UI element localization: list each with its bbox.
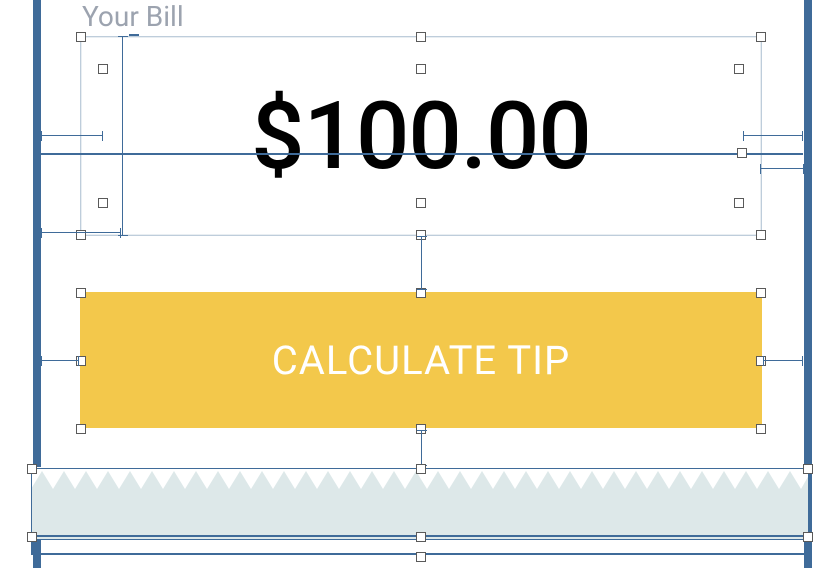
design-canvas[interactable]: Your Bill $100.00 CALCULATE TIP <box>0 0 830 568</box>
receipt-panel[interactable] <box>31 468 809 540</box>
bill-field-container[interactable]: $100.00 <box>80 36 762 236</box>
spacing-guide-icon <box>421 430 422 466</box>
receipt-bg <box>31 468 809 540</box>
bottom-frame-outline[interactable] <box>31 535 809 555</box>
spacing-guide-icon <box>760 168 804 169</box>
spacing-guide-icon <box>41 360 79 361</box>
zigzag-edge-icon <box>31 467 809 489</box>
spacing-guide-icon <box>763 360 803 361</box>
bill-label[interactable]: Your Bill <box>82 0 184 33</box>
spacing-guide-icon <box>421 236 422 290</box>
calculate-tip-button[interactable]: CALCULATE TIP <box>80 292 762 428</box>
bill-amount-display[interactable]: $100.00 <box>82 81 760 191</box>
calculate-tip-label: CALCULATE TIP <box>272 337 571 384</box>
